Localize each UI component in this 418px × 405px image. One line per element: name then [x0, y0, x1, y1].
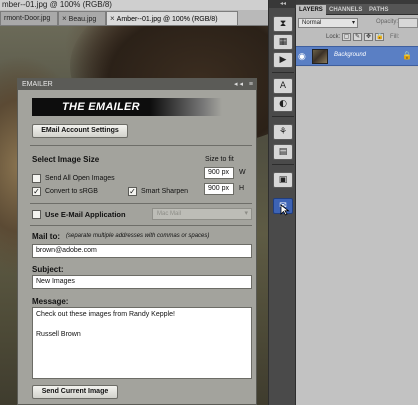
lock-transparent-icon[interactable]: ▢ [342, 33, 351, 41]
panel-dock: ◂◂ ⧗ ▦ ▶ A ◐ ⚘ ▤ ▣ ✉ [268, 0, 297, 405]
emailer-banner: THE EMAILER [32, 98, 222, 116]
layers-panel-tabs: LAYERS CHANNELS PATHS [296, 4, 418, 15]
character-icon[interactable]: A [273, 78, 293, 94]
tab-rmont-door[interactable]: rmont-Door.jpg [0, 11, 58, 25]
chevron-down-icon: ▾ [244, 210, 248, 217]
tab-paths[interactable]: PATHS [366, 5, 391, 15]
layer-name: Background [334, 52, 367, 58]
height-unit-label: H [239, 185, 245, 192]
lock-pixels-icon[interactable]: ✎ [353, 33, 362, 41]
width-unit-label: W [239, 169, 246, 176]
tab-amber[interactable]: × Amber--01.jpg @ 100% (RGB/8) [106, 11, 238, 25]
use-email-application-label: Use E-Mail Application [45, 210, 126, 219]
divider [30, 225, 252, 226]
layer-row-background[interactable]: ◉ Background 🔒 [296, 46, 418, 66]
divider [30, 145, 252, 146]
smart-sharpen-label: Smart Sharpen [141, 188, 189, 195]
mail-app-select-value: Mac Mail [157, 211, 182, 217]
fill-label: Fill: [390, 34, 400, 40]
use-email-application-checkbox[interactable] [32, 210, 41, 219]
document-tab-bar: mber--01.jpg @ 100% (RGB/8) rmont-Door.j… [0, 0, 268, 26]
smart-sharpen-checkbox[interactable]: ✓ [128, 187, 137, 196]
brushes-icon[interactable]: ▤ [273, 144, 293, 160]
lock-icon: 🔒 [402, 51, 412, 60]
subject-label: Subject: [32, 265, 64, 274]
opacity-field[interactable] [398, 18, 418, 28]
mail-to-hint: (separate multiple addresses with commas… [66, 233, 210, 239]
dock-divider [272, 116, 294, 117]
tab-label: Amber--01.jpg @ 100% (RGB/8) [116, 16, 218, 23]
tab-label: rmont-Door.jpg [4, 15, 51, 22]
message-label: Message: [32, 297, 69, 306]
mail-to-label: Mail to: [32, 232, 60, 241]
layers-panel: LAYERS CHANNELS PATHS Normal ▾ Opacity: … [296, 0, 418, 405]
history-icon[interactable]: ⧗ [273, 16, 293, 32]
lock-position-icon[interactable]: ✥ [364, 33, 373, 41]
close-icon[interactable]: × [62, 12, 67, 25]
convert-to-srgb-label: Convert to sRGB [45, 188, 98, 195]
lock-label: Lock: [326, 34, 341, 40]
lock-all-icon[interactable]: 🔒 [375, 33, 384, 41]
emailer-titlebar[interactable]: EMAILER ◂◂ ≡ [18, 79, 256, 90]
tab-channels[interactable]: CHANNELS [326, 5, 365, 15]
blend-mode-value: Normal [302, 20, 322, 26]
subject-field[interactable]: New Images [32, 275, 252, 289]
collapse-dock-icon[interactable]: ◂◂ [269, 0, 297, 8]
mouse-cursor-icon [280, 204, 290, 216]
dock-divider [272, 164, 294, 165]
opacity-label: Opacity: [376, 19, 399, 25]
send-all-open-images-label: Send All Open Images [45, 175, 115, 182]
adjustments-icon[interactable]: ◐ [273, 96, 293, 112]
mail-app-select: Mac Mail ▾ [152, 208, 252, 220]
layer-thumbnail [312, 49, 328, 64]
tab-label: Beau.jpg [68, 16, 97, 23]
layers-list-empty-area [296, 67, 418, 405]
document-window-title: mber--01.jpg @ 100% (RGB/8) [0, 0, 268, 10]
mail-to-field[interactable]: brown@adobe.com [32, 244, 252, 258]
email-account-settings-button[interactable]: EMail Account Settings [32, 124, 128, 138]
swatches-icon[interactable]: ▦ [273, 34, 293, 50]
blend-mode-select[interactable]: Normal ▾ [298, 18, 358, 28]
select-image-size-label: Select Image Size [32, 155, 100, 164]
chevron-down-icon: ▾ [351, 20, 355, 26]
send-current-image-button[interactable]: Send Current Image [32, 385, 118, 399]
width-field[interactable]: 900 px [204, 167, 234, 179]
close-icon[interactable]: × [110, 12, 115, 25]
emailer-panel-title: EMAILER [22, 81, 53, 88]
tab-layers[interactable]: LAYERS [296, 5, 326, 15]
navigator-icon[interactable]: ▣ [273, 172, 293, 188]
actions-icon[interactable]: ▶ [273, 52, 293, 68]
size-to-fit-label: Size to fit [205, 156, 234, 163]
message-field[interactable]: Check out these images from Randy Kepple… [32, 307, 252, 379]
height-field[interactable]: 900 px [204, 183, 234, 195]
eye-icon[interactable]: ◉ [298, 51, 308, 61]
divider [30, 203, 252, 204]
convert-to-srgb-checkbox[interactable]: ✓ [32, 187, 41, 196]
send-all-open-images-checkbox[interactable] [32, 174, 41, 183]
emailer-panel: EMAILER ◂◂ ≡ THE EMAILER EMail Account S… [17, 78, 257, 405]
dock-divider [272, 72, 294, 73]
panel-menu-icon[interactable]: ◂◂ ≡ [234, 79, 255, 90]
tab-beau[interactable]: × Beau.jpg [58, 11, 106, 25]
clone-source-icon[interactable]: ⚘ [273, 124, 293, 140]
